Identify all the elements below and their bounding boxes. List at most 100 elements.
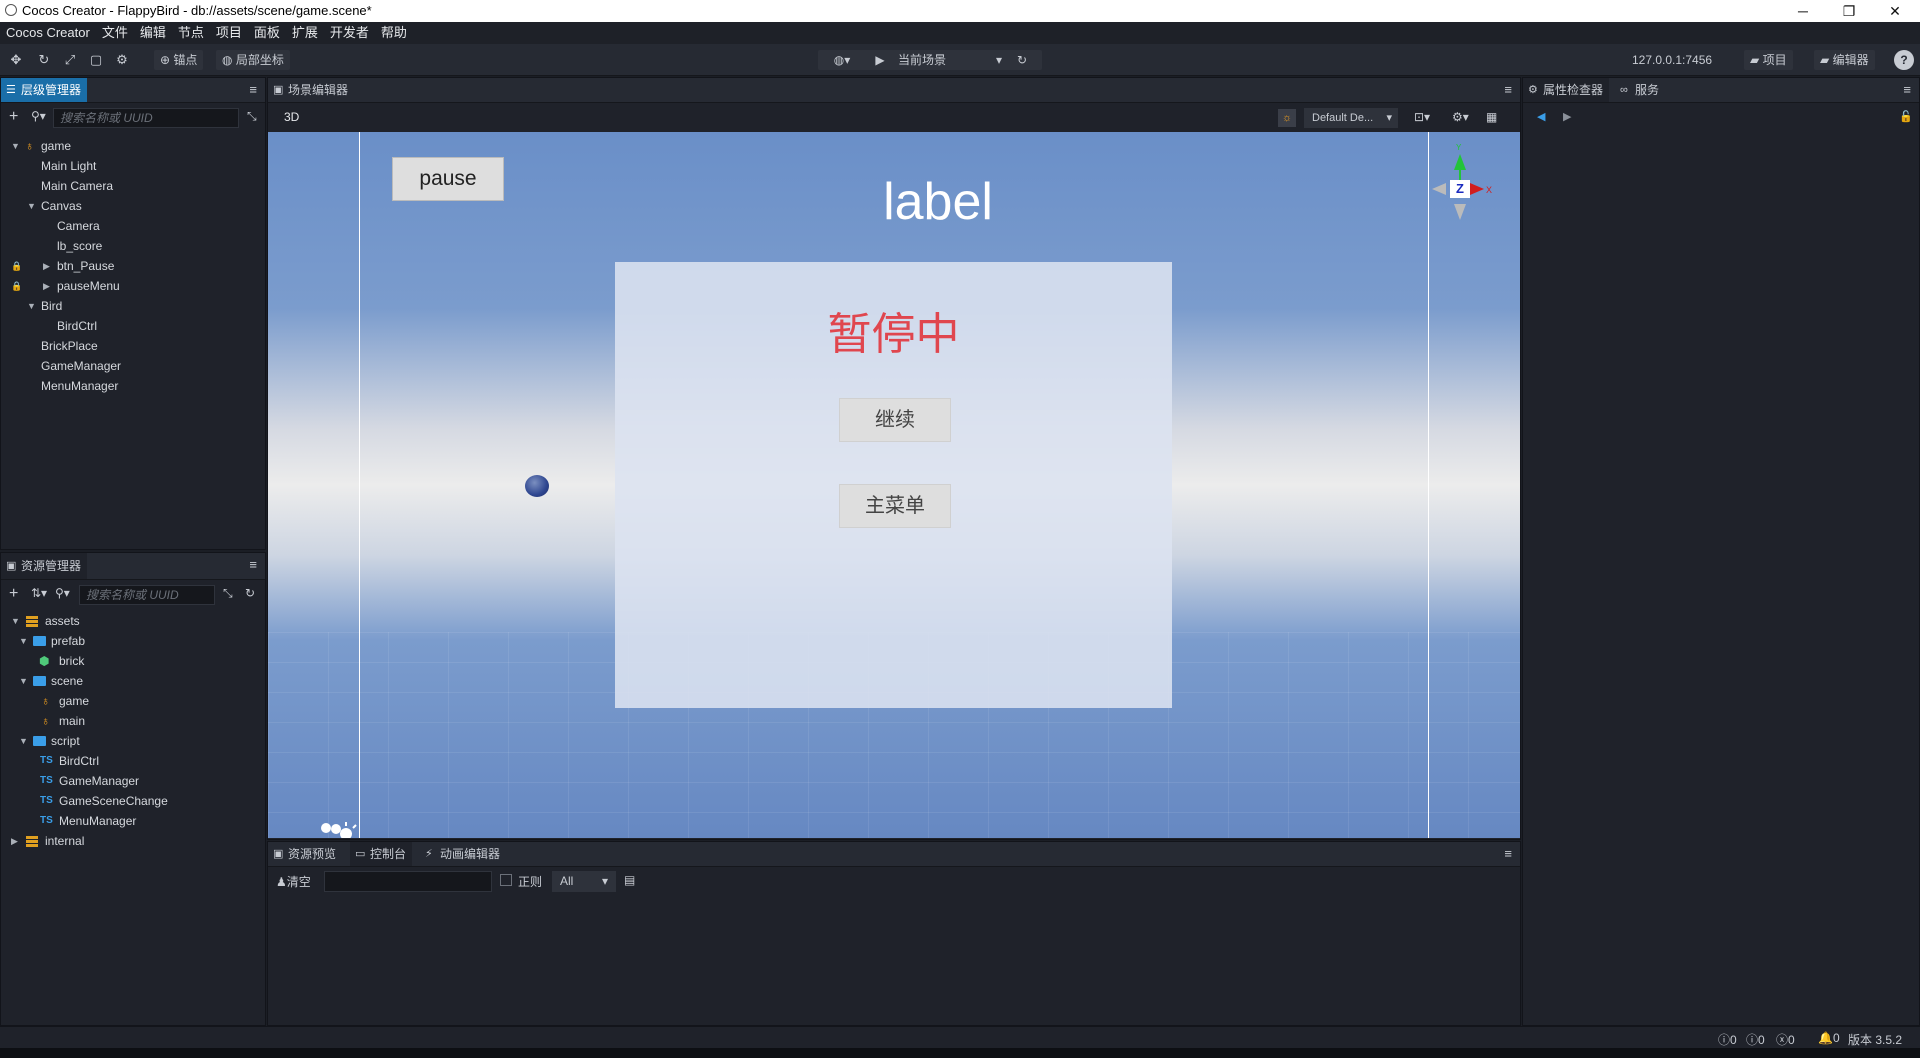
notification-count[interactable]: 🔔0: [1818, 1031, 1840, 1045]
tree-node-brickplace[interactable]: BrickPlace: [1, 336, 265, 356]
asset-gamescenechange-script[interactable]: TS GameSceneChange: [1, 791, 265, 811]
close-button[interactable]: ✕: [1872, 0, 1918, 22]
panel-menu-icon[interactable]: ≡: [249, 82, 257, 97]
scene-select[interactable]: 当前场景 ▾: [892, 50, 1008, 70]
asset-folder-script[interactable]: ▼ script: [1, 731, 265, 751]
error-count[interactable]: ⓧ0: [1776, 1031, 1795, 1048]
info-count[interactable]: ⓘ0: [1718, 1031, 1737, 1048]
unlock-icon[interactable]: 🔓: [1899, 110, 1913, 123]
asset-folder-scene[interactable]: ▼ scene: [1, 671, 265, 691]
tab-asset-preview[interactable]: ▣ 资源预览: [268, 842, 342, 866]
hierarchy-search-input[interactable]: 搜索名称或 UUID: [53, 108, 239, 128]
local-coord-toggle[interactable]: ◍ 局部坐标: [216, 50, 290, 70]
menu-extension[interactable]: 扩展: [286, 22, 324, 44]
tab-animation-editor[interactable]: ⚡ 动画编辑器: [420, 842, 506, 866]
menu-edit[interactable]: 编辑: [134, 22, 172, 44]
scene-pause-menu[interactable]: 暂停中 继续 主菜单: [615, 262, 1172, 708]
asset-birdctrl-script[interactable]: TS BirdCtrl: [1, 751, 265, 771]
console-filter-input[interactable]: [324, 871, 492, 892]
bird-sprite[interactable]: [525, 475, 549, 497]
refresh-button[interactable]: ↻: [1002, 50, 1042, 70]
asset-main-scene[interactable]: ♁ main: [1, 711, 265, 731]
tree-node-pausemenu[interactable]: 🔒 ▶ pauseMenu: [1, 276, 265, 296]
tree-node-birdctrl[interactable]: BirdCtrl: [1, 316, 265, 336]
tab-assets[interactable]: ▣ 资源管理器: [1, 553, 88, 579]
camera-icon[interactable]: ⊡▾: [1414, 110, 1430, 124]
tree-node-gamemanager[interactable]: GameManager: [1, 356, 265, 376]
expand-arrow-icon[interactable]: ▼: [19, 631, 28, 651]
continue-button[interactable]: 继续: [839, 398, 951, 442]
menu-panel[interactable]: 面板: [248, 22, 286, 44]
rect-tool-icon[interactable]: ▢: [88, 52, 104, 68]
mode-3d-toggle[interactable]: 3D: [284, 110, 299, 124]
asset-internal[interactable]: ▶ internal: [1, 831, 265, 851]
add-asset-icon[interactable]: +: [9, 585, 18, 603]
tree-node-camera[interactable]: Camera: [1, 216, 265, 236]
tree-node-btn-pause[interactable]: 🔒 ▶ btn_Pause: [1, 256, 265, 276]
search-icon[interactable]: ⚲▾: [31, 109, 46, 123]
light-gizmo-icon[interactable]: [318, 820, 358, 838]
expand-arrow-icon[interactable]: ▶: [43, 276, 50, 296]
forward-arrow-icon[interactable]: ▶: [1563, 110, 1571, 123]
asset-assets[interactable]: ▼ assets: [1, 611, 265, 631]
tree-node-bird[interactable]: ▼ Bird: [1, 296, 265, 316]
main-menu-button[interactable]: 主菜单: [839, 484, 951, 528]
restore-button[interactable]: ❐: [1826, 0, 1872, 22]
menu-node[interactable]: 节点: [172, 22, 210, 44]
scene-score-label[interactable]: label: [718, 172, 1158, 232]
anchor-toggle[interactable]: ⊕ 锚点: [154, 50, 204, 70]
rotate-tool-icon[interactable]: ↻: [36, 52, 52, 68]
add-node-icon[interactable]: +: [9, 108, 18, 126]
tab-console[interactable]: ▭ 控制台: [350, 842, 413, 866]
back-arrow-icon[interactable]: ◀: [1537, 110, 1545, 123]
warning-count[interactable]: ⓘ0: [1746, 1031, 1765, 1048]
panel-menu-icon[interactable]: ≡: [1903, 82, 1911, 97]
tab-service[interactable]: ∞ 服务: [1615, 78, 1665, 102]
tree-node-menumanager[interactable]: MenuManager: [1, 376, 265, 396]
expand-arrow-icon[interactable]: ▶: [43, 256, 50, 276]
gizmo-icon[interactable]: ☼: [1278, 109, 1296, 127]
open-log-file-icon[interactable]: ▤: [624, 873, 635, 887]
expand-arrow-icon[interactable]: ▼: [11, 136, 20, 156]
asset-brick[interactable]: ⬢ brick: [1, 651, 265, 671]
tree-node-game[interactable]: ▼ ♁ game: [1, 136, 265, 156]
asset-gamemanager-script[interactable]: TS GameManager: [1, 771, 265, 791]
platform-select[interactable]: ◍▾: [818, 50, 866, 70]
search-icon[interactable]: ⚲▾: [55, 586, 70, 600]
scene-viewport[interactable]: pause label 暂停中 继续 主菜单 Y X Z: [268, 132, 1520, 838]
gizmo-z-label[interactable]: Z: [1450, 180, 1470, 198]
expand-arrow-icon[interactable]: ▼: [19, 731, 28, 751]
settings-icon[interactable]: ⚙▾: [1452, 110, 1469, 124]
asset-game-scene[interactable]: ♁ game: [1, 691, 265, 711]
expand-arrow-icon[interactable]: ▼: [27, 196, 36, 216]
scene-pause-button[interactable]: pause: [392, 157, 504, 201]
camera-select[interactable]: Default De... ▾: [1304, 108, 1398, 128]
menu-help[interactable]: 帮助: [375, 22, 413, 44]
editor-button[interactable]: ▰ 编辑器: [1814, 50, 1875, 70]
menu-cocos-creator[interactable]: Cocos Creator: [0, 22, 96, 44]
lock-icon[interactable]: 🔒: [11, 276, 22, 296]
menu-developer[interactable]: 开发者: [324, 22, 375, 44]
tree-node-main-camera[interactable]: Main Camera: [1, 176, 265, 196]
expand-arrow-icon[interactable]: ▶: [11, 831, 18, 851]
help-icon[interactable]: ?: [1894, 50, 1914, 70]
tree-node-main-light[interactable]: Main Light: [1, 156, 265, 176]
expand-arrow-icon[interactable]: ▼: [27, 296, 36, 316]
lock-icon[interactable]: 🔒: [11, 256, 22, 276]
collapse-icon[interactable]: ⤡: [247, 109, 257, 124]
tree-node-canvas[interactable]: ▼ Canvas: [1, 196, 265, 216]
menu-project[interactable]: 项目: [210, 22, 248, 44]
panel-menu-icon[interactable]: ≡: [249, 557, 257, 572]
asset-menumanager-script[interactable]: TS MenuManager: [1, 811, 265, 831]
expand-arrow-icon[interactable]: ▼: [11, 611, 20, 631]
asset-folder-prefab[interactable]: ▼ prefab: [1, 631, 265, 651]
snapshot-icon[interactable]: ▦: [1486, 110, 1497, 124]
tab-scene-editor[interactable]: ▣ 场景编辑器: [268, 78, 354, 102]
panel-menu-icon[interactable]: ≡: [1504, 846, 1512, 861]
scale-tool-icon[interactable]: ⤢: [62, 52, 78, 68]
regex-checkbox[interactable]: [500, 874, 512, 886]
log-level-select[interactable]: All ▾: [552, 871, 616, 892]
expand-arrow-icon[interactable]: ▼: [19, 671, 28, 691]
minimize-button[interactable]: ─: [1780, 0, 1826, 22]
tree-node-lb-score[interactable]: lb_score: [1, 236, 265, 256]
